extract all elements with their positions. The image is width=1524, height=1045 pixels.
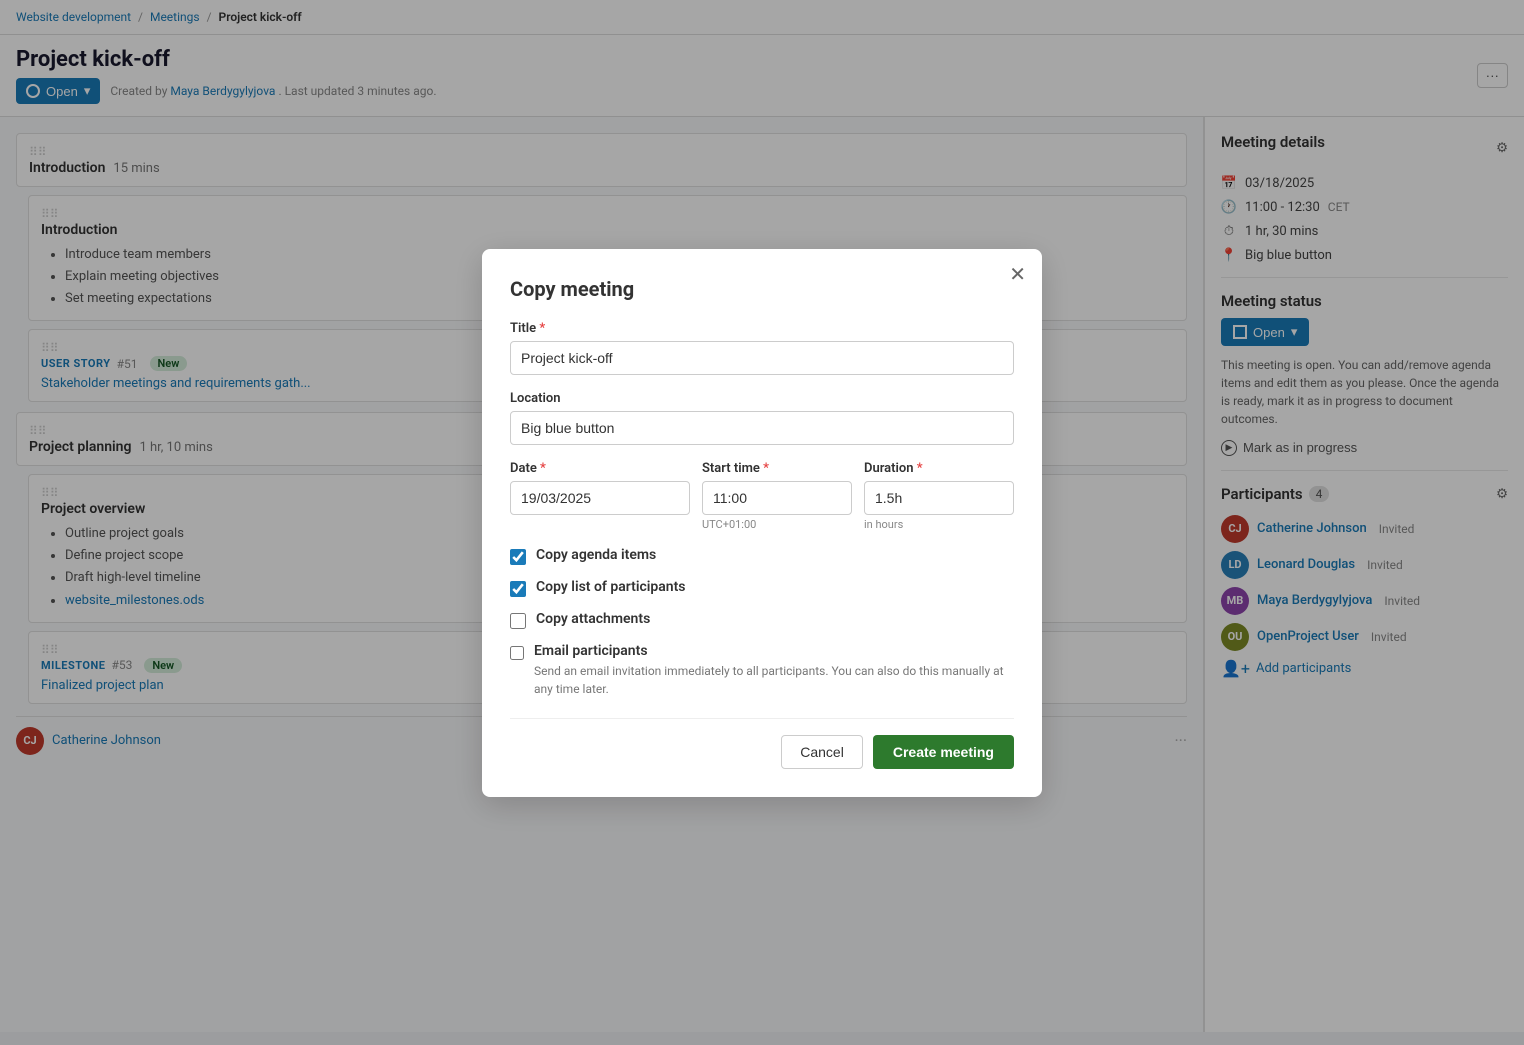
required-indicator: * — [917, 461, 923, 476]
copy-agenda-checkbox[interactable] — [510, 549, 526, 565]
modal-close-button[interactable]: ✕ — [1009, 265, 1026, 285]
copy-agenda-row: Copy agenda items — [510, 547, 1014, 565]
create-meeting-button[interactable]: Create meeting — [873, 735, 1014, 769]
modal-overlay: Copy meeting ✕ Title * Location Date * — [0, 0, 1524, 1045]
title-field-group: Title * — [510, 321, 1014, 375]
email-participants-row: Email participants Send an email invitat… — [510, 643, 1014, 698]
duration-label: Duration * — [864, 461, 1014, 476]
copy-attachments-label[interactable]: Copy attachments — [536, 611, 650, 627]
copy-attachments-row: Copy attachments — [510, 611, 1014, 629]
duration-input[interactable] — [864, 481, 1014, 515]
copy-meeting-modal: Copy meeting ✕ Title * Location Date * — [482, 249, 1042, 797]
duration-sub-label: in hours — [864, 518, 1014, 531]
location-field-group: Location — [510, 391, 1014, 445]
duration-col: Duration * in hours — [864, 461, 1014, 531]
start-time-input[interactable] — [702, 481, 852, 515]
email-participants-checkbox[interactable] — [510, 645, 524, 661]
email-participants-desc: Send an email invitation immediately to … — [534, 662, 1014, 698]
required-indicator: * — [540, 461, 546, 476]
email-participants-label[interactable]: Email participants — [534, 643, 648, 659]
time-col: Start time * UTC+01:00 — [702, 461, 852, 531]
copy-participants-checkbox[interactable] — [510, 581, 526, 597]
location-input[interactable] — [510, 411, 1014, 445]
modal-title: Copy meeting — [510, 277, 1014, 301]
required-indicator: * — [539, 321, 545, 336]
copy-participants-label[interactable]: Copy list of participants — [536, 579, 686, 595]
modal-footer: Cancel Create meeting — [510, 718, 1014, 769]
start-time-label: Start time * — [702, 461, 852, 476]
title-input[interactable] — [510, 341, 1014, 375]
date-label: Date * — [510, 461, 690, 476]
copy-attachments-checkbox[interactable] — [510, 613, 526, 629]
title-label: Title * — [510, 321, 1014, 336]
copy-agenda-label[interactable]: Copy agenda items — [536, 547, 656, 563]
copy-participants-row: Copy list of participants — [510, 579, 1014, 597]
date-col: Date * — [510, 461, 690, 531]
date-input[interactable] — [510, 481, 690, 515]
cancel-button[interactable]: Cancel — [781, 735, 863, 769]
location-label: Location — [510, 391, 1014, 406]
timezone-sub-label: UTC+01:00 — [702, 518, 852, 531]
required-indicator: * — [763, 461, 769, 476]
date-time-row: Date * Start time * UTC+01:00 Duration * — [510, 461, 1014, 531]
